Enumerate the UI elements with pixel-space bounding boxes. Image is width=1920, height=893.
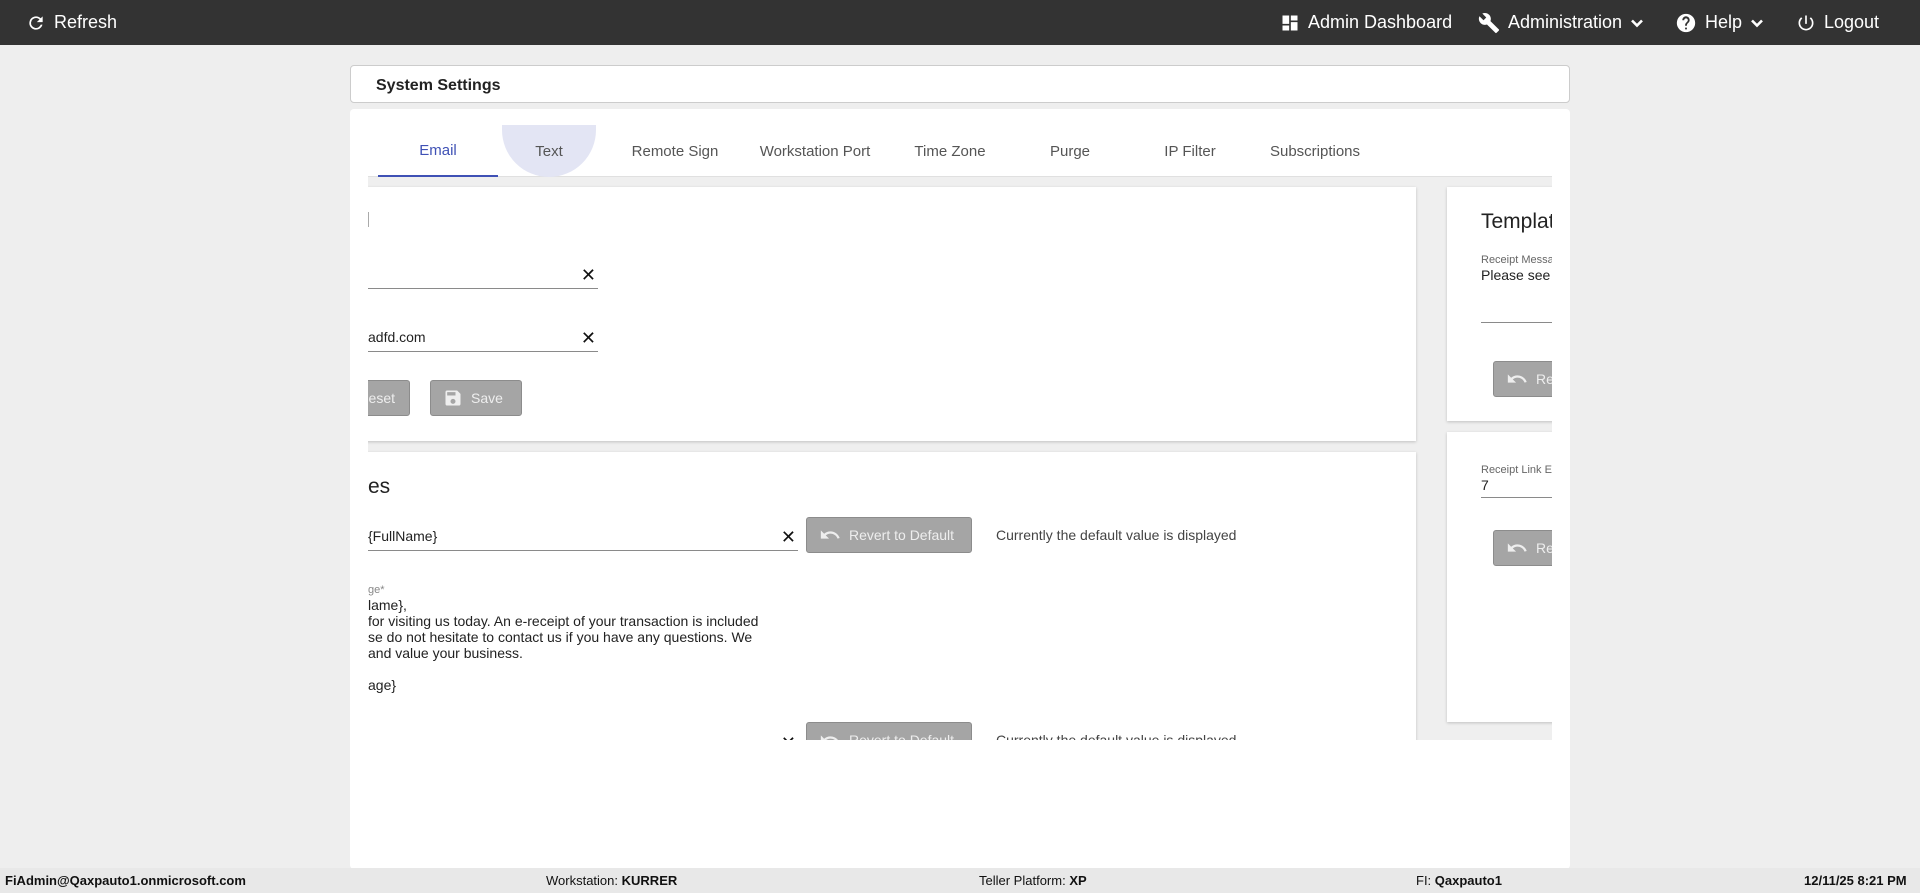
chevron-down-icon	[1751, 19, 1763, 27]
email-field-2-value: adfd.com	[368, 329, 426, 345]
admin-dashboard-button[interactable]: Admin Dashboard	[1280, 0, 1452, 45]
dashboard-icon	[1282, 15, 1298, 30]
receipt-message-label: Receipt Messag	[1481, 254, 1552, 266]
help-menu[interactable]: Help	[1675, 0, 1764, 45]
footer-datetime: 12/11/25 8:21 PM	[1804, 873, 1907, 888]
receipt-link-label: Receipt Link Ex	[1481, 464, 1552, 476]
tab-content[interactable]: ✕ adfd.com ✕ eset Save es {FullName} ✕ R…	[368, 177, 1552, 740]
revert-to-default-button-2[interactable]: Revert to Default	[806, 722, 972, 740]
default-note-2: Currently the default value is displayed	[996, 732, 1237, 740]
subject-field[interactable]: {FullName} ✕	[368, 525, 798, 551]
email-templates-card: es {FullName} ✕ Revert to Default Curren…	[368, 452, 1416, 740]
power-icon	[1798, 15, 1814, 30]
save-icon	[445, 390, 461, 406]
save-label: Save	[471, 390, 503, 406]
admin-dashboard-label: Admin Dashboard	[1308, 12, 1453, 32]
tab-ip-filter[interactable]: IP Filter	[1130, 125, 1250, 177]
clear-icon[interactable]: ✕	[581, 265, 596, 286]
email-field-2[interactable]: adfd.com ✕	[368, 326, 598, 352]
clear-icon[interactable]: ✕	[781, 733, 796, 740]
undo-icon	[820, 530, 840, 539]
clear-icon[interactable]: ✕	[581, 328, 596, 349]
tab-time-zone[interactable]: Time Zone	[890, 125, 1010, 177]
templates-title: es	[368, 475, 391, 498]
save-button[interactable]: Save	[430, 380, 522, 416]
right-card-title: Templat	[1481, 210, 1552, 233]
page-title: System Settings	[376, 77, 501, 94]
logout-button[interactable]: Logout	[1796, 0, 1879, 45]
cursor-mark	[368, 212, 369, 227]
tab-text[interactable]: Text	[488, 125, 610, 177]
body-textarea[interactable]: lame}, for visiting us today. An e-recei…	[368, 597, 788, 693]
administration-menu[interactable]: Administration	[1478, 0, 1644, 45]
top-bar: Refresh Admin Dashboard Administration H…	[0, 0, 1920, 45]
settings-header: System Settings	[350, 65, 1570, 103]
tab-purge[interactable]: Purge	[1010, 125, 1130, 177]
footer-fi: FI: Qaxpauto1	[1416, 873, 1502, 888]
refresh-button[interactable]: Refresh	[26, 0, 117, 45]
status-footer: FiAdmin@Qaxpauto1.onmicrosoft.com Workst…	[0, 868, 1920, 893]
tab-subscriptions[interactable]: Subscriptions	[1250, 125, 1380, 177]
undo-icon	[1507, 543, 1527, 552]
email-field-1[interactable]: ✕	[368, 265, 598, 289]
body-field-2[interactable]: ✕	[368, 722, 798, 740]
receipt-message-value: Please see	[1481, 267, 1551, 283]
footer-workstation: Workstation: KURRER	[546, 873, 678, 888]
undo-icon	[1507, 374, 1527, 383]
tab-remote-sign[interactable]: Remote Sign	[610, 125, 740, 177]
right-revert-button[interactable]: Re	[1493, 361, 1552, 397]
administration-label: Administration	[1508, 12, 1623, 32]
reset-button[interactable]: eset	[368, 380, 410, 416]
chevron-down-icon	[1631, 19, 1643, 27]
email-settings-card: ✕ adfd.com ✕ eset Save	[368, 187, 1416, 441]
receipt-link-value: 7	[1481, 477, 1489, 493]
subject-field-value: {FullName}	[368, 528, 438, 544]
footer-user: FiAdmin@Qaxpauto1.onmicrosoft.com	[5, 873, 246, 888]
clear-icon[interactable]: ✕	[781, 527, 796, 548]
text-template-card: Templat Receipt Messag Please see Re	[1447, 187, 1552, 421]
default-note: Currently the default value is displayed	[996, 527, 1237, 543]
receipt-message-field[interactable]: Please see	[1481, 267, 1552, 323]
right-revert-button-2[interactable]: Re	[1493, 530, 1552, 566]
refresh-icon	[29, 15, 43, 30]
revert-label-2: Revert to Default	[849, 732, 955, 740]
revert-to-default-button[interactable]: Revert to Default	[806, 517, 972, 553]
help-label: Help	[1705, 12, 1743, 32]
tab-workstation-port[interactable]: Workstation Port	[740, 125, 890, 177]
receipt-link-field[interactable]: 7	[1481, 477, 1552, 498]
refresh-label: Refresh	[54, 12, 118, 32]
receipt-link-card: Receipt Link Ex 7 Re	[1447, 432, 1552, 722]
tab-email[interactable]: Email	[378, 125, 498, 177]
revert-label: Revert to Default	[849, 527, 955, 543]
settings-tabs: Email Text Remote Sign Workstation Port …	[368, 125, 1552, 177]
footer-platform: Teller Platform: XP	[979, 873, 1087, 888]
undo-icon	[820, 735, 839, 740]
reset-label: eset	[368, 390, 395, 406]
logout-label: Logout	[1824, 12, 1880, 32]
body-label: ge*	[368, 584, 385, 596]
help-icon	[1676, 13, 1696, 32]
wrench-icon	[1478, 12, 1500, 33]
